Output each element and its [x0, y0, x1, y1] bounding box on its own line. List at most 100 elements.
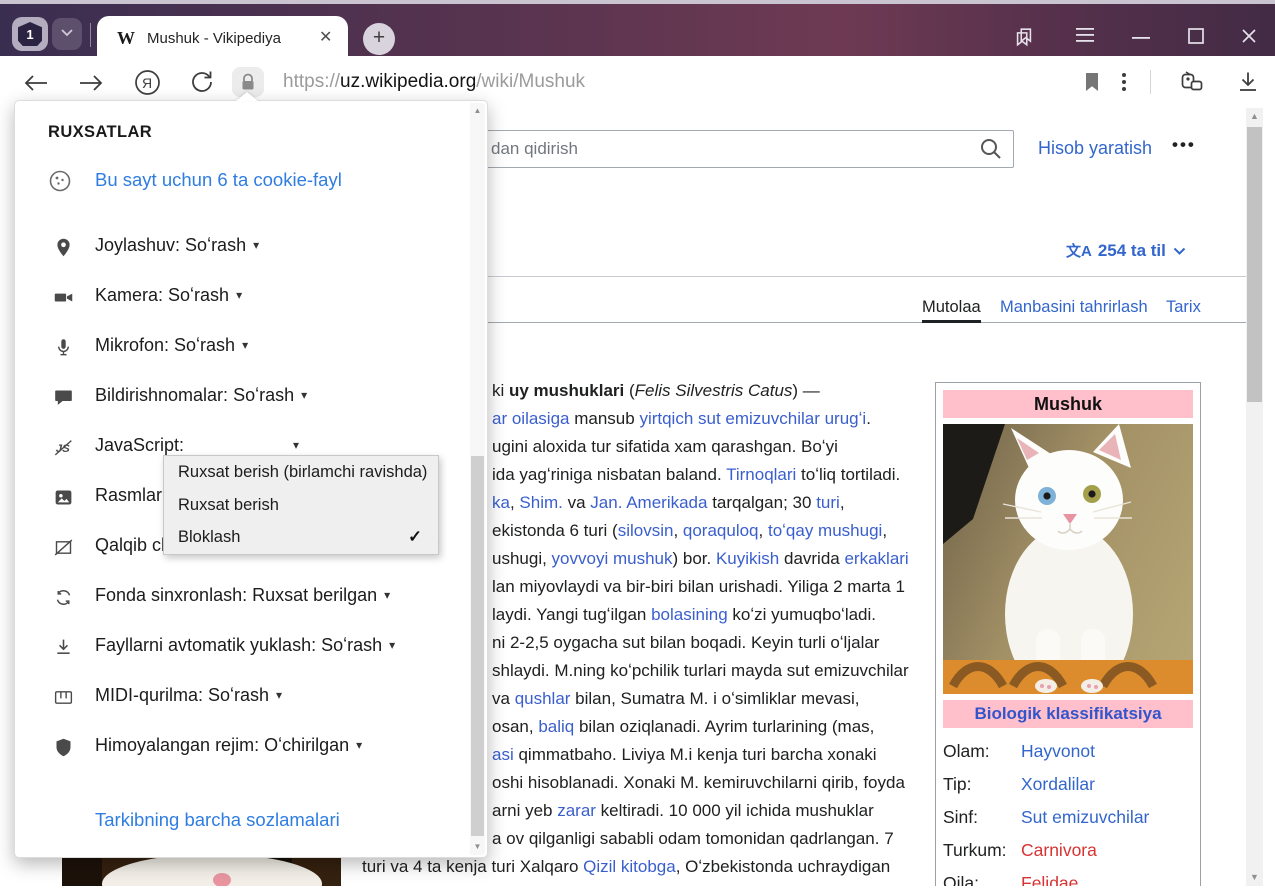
- classification-row: Sinf:Sut emizuvchilar: [943, 801, 1193, 834]
- view-tab-mutolaa[interactable]: Mutolaa: [922, 298, 981, 317]
- create-account-link[interactable]: Hisob yaratish: [1038, 138, 1152, 159]
- browser-menu-button[interactable]: [1074, 26, 1096, 44]
- caret-down-icon[interactable]: ▾: [236, 288, 242, 302]
- caret-down-icon[interactable]: ▾: [242, 338, 248, 352]
- page-scrollbar-thumb[interactable]: [1247, 127, 1262, 402]
- article-link[interactable]: yovvoyi mushuk: [552, 549, 673, 568]
- article-link[interactable]: bolasining: [651, 605, 728, 624]
- address-bar[interactable]: https://uz.wikipedia.org/wiki/Mushuk: [283, 71, 585, 93]
- permission-value-dropdown[interactable]: Soʻrash: [208, 685, 269, 705]
- language-selector[interactable]: 文A254 ta til: [1066, 240, 1186, 261]
- classification-label: Sinf:: [943, 801, 1021, 834]
- article-line: osan, baliq bilan oziqlanadi. Ayrim turl…: [492, 713, 874, 741]
- caret-down-icon[interactable]: ▾: [293, 438, 299, 452]
- article-link[interactable]: qoraquloq: [683, 521, 759, 540]
- panel-scrollbar-thumb[interactable]: [471, 456, 484, 836]
- forward-button[interactable]: [78, 72, 104, 99]
- caret-down-icon[interactable]: ▾: [356, 738, 362, 752]
- article-text: a ov qilganligi sababli odam tomonidan q…: [492, 829, 894, 848]
- tab-mushuk-vikipediya[interactable]: W Mushuk - Vikipediya ✕: [97, 16, 348, 60]
- article-link[interactable]: Jan. Amerikada: [590, 493, 707, 512]
- tab-group-chevron-button[interactable]: [52, 18, 82, 50]
- classification-label: Olam:: [943, 735, 1021, 768]
- location-icon: [53, 237, 75, 259]
- article-text: tarqalgan; 30: [707, 493, 816, 512]
- article-link[interactable]: yirtqich sut emizuvchilar urugʻi: [639, 409, 866, 428]
- close-window-button[interactable]: [1239, 26, 1259, 46]
- yandex-search-button[interactable]: Я: [134, 69, 161, 101]
- article-link[interactable]: erkaklari: [844, 549, 908, 568]
- article-link[interactable]: qushlar: [515, 689, 571, 708]
- article-link[interactable]: baliq: [538, 717, 574, 736]
- permission-value-dropdown[interactable]: Oʻchirilgan: [264, 735, 349, 755]
- article-link[interactable]: turi: [816, 493, 840, 512]
- classification-value-link[interactable]: Hayvonot: [1021, 741, 1095, 761]
- view-tab-manbasini-tahrirlash[interactable]: Manbasini tahrirlash: [1000, 298, 1148, 317]
- permission-value-dropdown[interactable]: Soʻrash: [185, 235, 246, 255]
- reload-button[interactable]: [189, 69, 215, 100]
- caret-down-icon[interactable]: ▾: [253, 238, 259, 252]
- tab-group-chip[interactable]: 1: [12, 17, 48, 51]
- user-menu-more-button[interactable]: •••: [1172, 135, 1196, 155]
- article-link[interactable]: Shim.: [519, 493, 562, 512]
- back-button[interactable]: [23, 72, 49, 99]
- article-link[interactable]: silovsin: [618, 521, 674, 540]
- article-text: .: [866, 409, 871, 428]
- address-bar-menu-button[interactable]: [1121, 71, 1127, 98]
- caret-down-icon[interactable]: ▾: [389, 638, 395, 652]
- downloads-button[interactable]: [1236, 70, 1260, 99]
- view-tab-tarix[interactable]: Tarix: [1166, 298, 1201, 317]
- permission-value-dropdown[interactable]: Soʻrash: [321, 635, 382, 655]
- article-line: ki uy mushuklari (Felis Silvestris Catus…: [492, 377, 820, 405]
- extensions-button[interactable]: [1178, 69, 1206, 100]
- permission-value-dropdown[interactable]: Soʻrash: [233, 385, 294, 405]
- protected-mode-icon: [53, 737, 75, 759]
- maximize-button[interactable]: [1186, 26, 1206, 46]
- menu-item[interactable]: Ruxsat berish: [164, 489, 438, 521]
- permission-value-dropdown[interactable]: Ruxsat berilgan: [252, 585, 377, 605]
- panel-scrollbar[interactable]: ▲ ▼: [470, 103, 485, 855]
- tab-close-icon[interactable]: ✕: [319, 27, 332, 47]
- panel-scroll-down-icon[interactable]: ▼: [470, 839, 485, 855]
- all-content-settings-link[interactable]: Tarkibning barcha sozlamalari: [95, 809, 340, 831]
- article-text: ,: [673, 521, 682, 540]
- classification-value-link[interactable]: Felidae: [1021, 873, 1078, 886]
- caret-down-icon[interactable]: ▾: [384, 588, 390, 602]
- permission-value-dropdown[interactable]: Soʻrash: [168, 285, 229, 305]
- new-tab-button[interactable]: +: [363, 23, 395, 55]
- caret-down-icon[interactable]: ▾: [276, 688, 282, 702]
- minimize-button[interactable]: [1130, 36, 1152, 40]
- side-panels-button[interactable]: [1013, 26, 1035, 48]
- article-link[interactable]: ar oilasiga: [492, 409, 570, 428]
- classification-value-link[interactable]: Sut emizuvchilar: [1021, 807, 1149, 827]
- classification-value-link[interactable]: Xordalilar: [1021, 774, 1095, 794]
- article-line: asi qimmatbaho. Liviya M.i kenja turi ba…: [492, 741, 877, 769]
- panel-scroll-up-icon[interactable]: ▲: [470, 103, 485, 119]
- article-text: ) bor.: [672, 549, 715, 568]
- article-link[interactable]: ka: [492, 493, 510, 512]
- menu-item[interactable]: Ruxsat berish (birlamchi ravishda): [164, 456, 438, 488]
- scroll-up-icon[interactable]: ▲: [1246, 108, 1263, 125]
- article-link[interactable]: Kuyikish: [716, 549, 779, 568]
- bookmark-button[interactable]: [1082, 71, 1102, 98]
- search-input[interactable]: [463, 131, 1013, 167]
- page-scrollbar[interactable]: ▲ ▼: [1246, 108, 1263, 886]
- permission-value-dropdown[interactable]: Soʻrash: [174, 335, 235, 355]
- classification-value-link[interactable]: Carnivora: [1021, 840, 1097, 860]
- kitten-photo: [943, 424, 1193, 694]
- article-link[interactable]: Tirnoqlari: [726, 465, 796, 484]
- search-icon[interactable]: [979, 137, 1003, 166]
- scroll-down-icon[interactable]: ▼: [1246, 869, 1263, 886]
- caret-down-icon[interactable]: ▾: [301, 388, 307, 402]
- article-text: laydi. Yangi tugʻilgan: [492, 605, 651, 624]
- article-link[interactable]: Qizil kitobga: [583, 857, 676, 876]
- article-link[interactable]: zarar: [557, 801, 596, 820]
- article-text: arni yeb: [492, 801, 557, 820]
- article-text: bilan oziqlanadi. Ayrim turlarining (mas…: [574, 717, 874, 736]
- cookies-link[interactable]: Bu sayt uchun 6 ta cookie-fayl: [95, 169, 342, 191]
- menu-item[interactable]: Bloklash✓: [164, 521, 438, 553]
- permission-label: Kamera: Soʻrash▾: [95, 285, 242, 306]
- article-link[interactable]: toʻqay mushugi: [768, 521, 882, 540]
- article-link[interactable]: asi: [492, 745, 514, 764]
- article-link[interactable]: Xonaki: [773, 885, 825, 886]
